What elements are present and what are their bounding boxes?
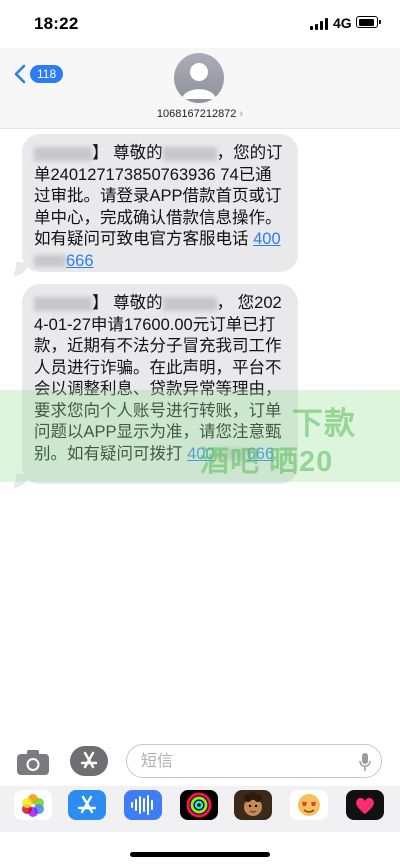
fitness-app-button[interactable] xyxy=(180,790,218,820)
microphone-icon[interactable] xyxy=(359,752,371,772)
sticker-app-button[interactable] xyxy=(290,790,328,820)
watermark-text: 下款 xyxy=(292,406,356,441)
chevron-left-icon xyxy=(14,64,26,84)
camera-icon xyxy=(17,750,49,775)
contact-avatar[interactable] xyxy=(174,53,224,103)
apps-button[interactable] xyxy=(70,746,108,776)
phone-link-start: 400 xyxy=(253,230,281,248)
contact-name[interactable]: 1068167212872 › xyxy=(0,108,400,120)
digital-touch-button[interactable] xyxy=(346,790,384,820)
imessage-app-strip xyxy=(0,786,400,832)
chevron-right-icon: › xyxy=(239,108,244,120)
app-store-icon xyxy=(80,751,98,769)
memoji-icon xyxy=(244,792,262,816)
memoji-app-button[interactable] xyxy=(234,790,272,820)
battery-icon xyxy=(356,16,381,28)
bubble-tail xyxy=(14,262,28,276)
message-bubble[interactable]: 】 尊敬的 ，您的订单240127173850763936 74已通过审批。请登录… xyxy=(22,134,298,272)
activity-rings-icon xyxy=(186,792,212,818)
app-store-app-button[interactable] xyxy=(68,790,106,820)
watermark-text: 酒吧 晒20 xyxy=(200,446,334,478)
phone-link-end: 666 xyxy=(66,251,94,270)
signal-icon xyxy=(310,18,328,30)
status-time: 18:22 xyxy=(34,14,79,33)
redacted-text xyxy=(34,255,66,268)
message-greeting: 】 尊敬的 xyxy=(92,294,163,312)
redacted-text xyxy=(34,146,92,161)
photos-app-button[interactable] xyxy=(14,790,52,820)
message-input-field[interactable] xyxy=(126,744,382,779)
compose-bar xyxy=(0,740,400,784)
contact-number: 1068167212872 xyxy=(156,108,237,120)
sticker-icon xyxy=(298,794,320,816)
redacted-text xyxy=(34,296,92,311)
status-bar: 18:22 4G xyxy=(0,0,400,48)
audio-message-button[interactable] xyxy=(124,790,162,820)
waveform-icon xyxy=(131,795,153,815)
camera-button[interactable] xyxy=(16,748,50,776)
app-store-icon xyxy=(77,795,97,814)
message-input[interactable] xyxy=(139,745,343,779)
redacted-text xyxy=(162,296,217,311)
person-icon xyxy=(182,63,216,99)
network-type: 4G xyxy=(333,15,352,31)
redacted-text xyxy=(162,146,217,161)
conversation-header: 118 1068167212872 › xyxy=(0,48,400,129)
message-greeting: 】 尊敬的 xyxy=(92,144,163,162)
photos-icon xyxy=(22,794,44,817)
back-button[interactable]: 118 xyxy=(14,64,64,84)
home-indicator[interactable] xyxy=(130,852,270,857)
unread-count-badge: 118 xyxy=(30,65,64,83)
heart-icon xyxy=(356,797,374,814)
